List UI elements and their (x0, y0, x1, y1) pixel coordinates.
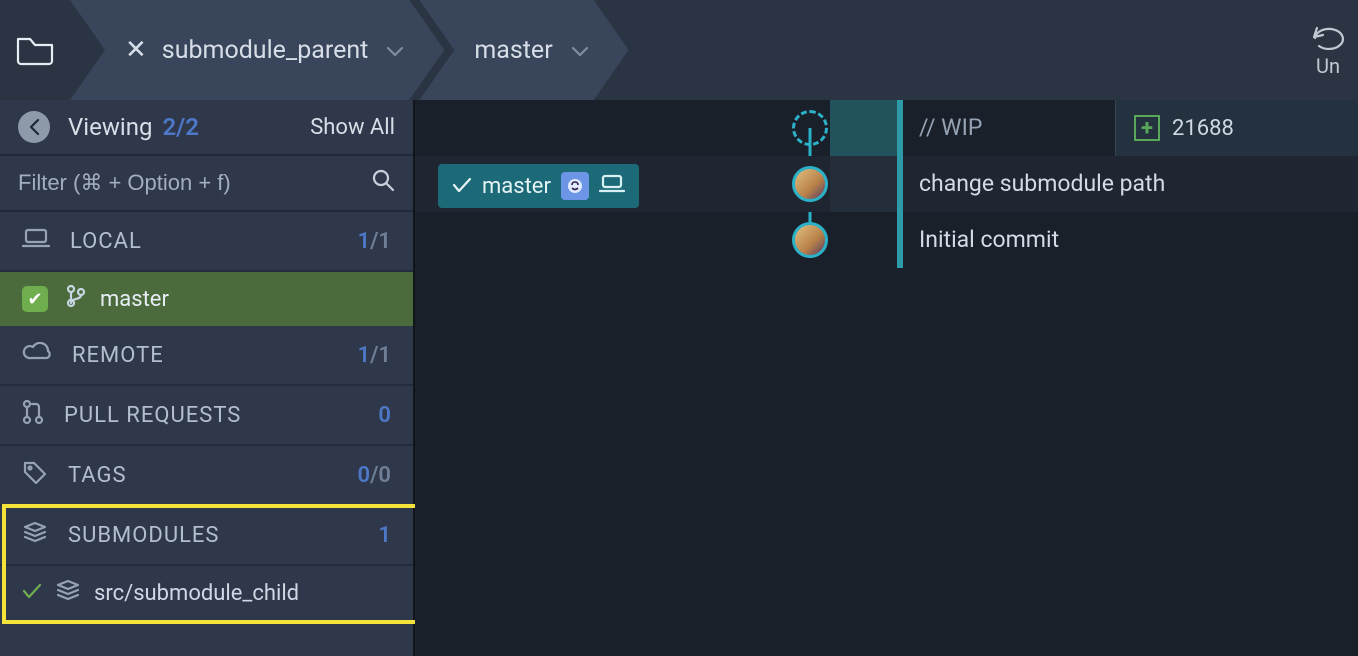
section-count: 0/0 (357, 463, 391, 488)
wip-hash[interactable]: + 21688 (1115, 100, 1252, 156)
pull-request-icon (22, 399, 64, 431)
section-label: LOCAL (70, 229, 142, 254)
filter-row (0, 156, 413, 212)
section-count: 1 (378, 523, 391, 548)
submodule-path: src/submodule_child (94, 581, 299, 606)
section-count: 1/1 (357, 343, 391, 368)
submodule-item[interactable]: src/submodule_child (0, 566, 413, 620)
commit-message: change submodule path (919, 170, 1165, 197)
layers-icon (22, 520, 68, 550)
checked-icon: ✔ (22, 286, 48, 312)
section-count: 1/1 (357, 229, 391, 254)
wip-row[interactable]: // WIP + 21688 (415, 100, 1358, 156)
viewing-row: Viewing 2/2 Show All (0, 100, 413, 156)
section-label: PULL REQUESTS (64, 403, 241, 428)
check-icon (22, 581, 42, 606)
branch-name: master (474, 36, 552, 65)
section-local[interactable]: LOCAL 1/1 (0, 212, 413, 272)
viewing-label: Viewing (68, 113, 152, 141)
section-submodules[interactable]: SUBMODULES 1 (0, 506, 413, 566)
section-label: SUBMODULES (68, 523, 220, 548)
tag-icon (22, 460, 68, 490)
check-icon (452, 174, 472, 199)
layers-icon (56, 579, 80, 607)
show-all-button[interactable]: Show All (310, 115, 395, 140)
cloud-icon (22, 342, 72, 368)
branch-label: master (100, 287, 169, 312)
close-icon[interactable]: ✕ (125, 35, 147, 65)
commit-message: Initial commit (919, 226, 1059, 253)
section-remote[interactable]: REMOTE 1/1 (0, 326, 413, 386)
viewing-count: 2/2 (162, 113, 199, 141)
section-count: 0 (378, 403, 391, 428)
top-bar: ✕ submodule_parent master Un (0, 0, 1358, 100)
undo-button[interactable]: Un (1308, 0, 1348, 100)
commit-avatar (792, 166, 828, 202)
branch-master[interactable]: ✔ master (0, 272, 413, 326)
branch-tag[interactable]: master (438, 164, 639, 208)
filter-input[interactable] (18, 164, 371, 202)
wip-label: // WIP (919, 114, 982, 141)
wip-node (792, 110, 828, 146)
back-button[interactable] (18, 111, 50, 143)
section-tags[interactable]: TAGS 0/0 (0, 446, 413, 506)
chevron-down-icon[interactable] (386, 38, 404, 63)
repo-name: submodule_parent (162, 36, 369, 65)
breadcrumb-branch[interactable]: master (419, 0, 628, 100)
breadcrumb-repo[interactable]: ✕ submodule_parent (70, 0, 444, 100)
chevron-down-icon[interactable] (571, 38, 589, 63)
commit-avatar (792, 222, 828, 258)
commit-row[interactable]: Initial commit (415, 212, 1358, 268)
branch-tag-label: master (482, 174, 551, 199)
laptop-icon (599, 173, 625, 199)
section-pull-requests[interactable]: PULL REQUESTS 0 (0, 386, 413, 446)
branch-icon (66, 284, 86, 314)
section-label: TAGS (68, 463, 127, 488)
section-label: REMOTE (72, 343, 164, 368)
sidebar: Viewing 2/2 Show All LOCAL 1/1 ✔ master … (0, 100, 415, 656)
folder-icon[interactable] (0, 34, 70, 66)
laptop-icon (22, 227, 70, 255)
search-icon[interactable] (371, 168, 395, 198)
plus-icon: + (1134, 115, 1160, 141)
app-icon (561, 172, 589, 200)
commit-graph: // WIP + 21688 change submodule path Ini… (415, 100, 1358, 656)
